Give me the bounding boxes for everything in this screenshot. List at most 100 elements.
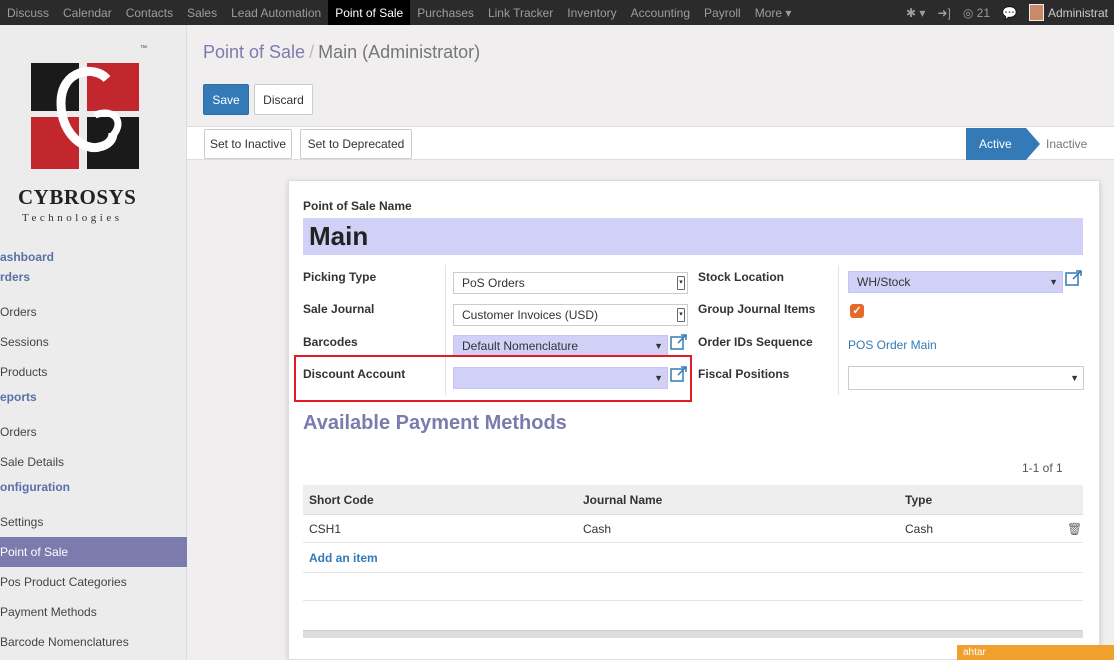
group-journal-checkbox[interactable]: ✓ xyxy=(850,304,864,318)
journal-cell: Cash xyxy=(583,521,612,536)
stock-location-label: Stock Location xyxy=(698,270,785,284)
top-menu-item[interactable]: Payroll xyxy=(697,0,748,25)
table-footer xyxy=(303,630,1083,638)
order-seq-link[interactable]: POS Order Main xyxy=(848,338,937,352)
set-deprecated-button[interactable]: Set to Deprecated xyxy=(300,129,412,159)
top-menu: Discuss Calendar Contacts Sales Lead Automat… xyxy=(0,0,798,25)
sale-journal-value: Customer Invoices (USD) xyxy=(462,308,599,322)
highlight-annotation xyxy=(294,355,692,402)
pos-name-input[interactable]: Main xyxy=(303,218,1083,255)
table-row xyxy=(303,573,1083,601)
chat-icon[interactable]: 💬 xyxy=(996,0,1023,25)
picking-type-select[interactable]: PoS Orders ▾ xyxy=(453,272,688,294)
picking-type-label: Picking Type xyxy=(303,270,377,284)
sidebar-item[interactable]: Payment Methods xyxy=(0,597,187,627)
sidebar-section[interactable]: ashboard xyxy=(0,247,187,267)
dropdown-icon: ▾ xyxy=(677,276,685,290)
sidebar-section[interactable]: eports xyxy=(0,387,187,417)
top-menu-item[interactable]: Inventory xyxy=(560,0,623,25)
notification-count: 21 xyxy=(976,5,991,20)
pos-name-label: Point of Sale Name xyxy=(303,199,412,213)
stock-location-select[interactable]: WH/Stock ▼ xyxy=(848,271,1063,293)
breadcrumb-root[interactable]: Point of Sale xyxy=(203,42,305,62)
sidebar-item[interactable]: Products xyxy=(0,357,187,387)
column-divider xyxy=(838,265,839,395)
chevron-down-icon: ▼ xyxy=(1049,277,1058,287)
trash-icon[interactable]: 🗑 xyxy=(1061,515,1082,542)
chat-widget[interactable]: ahtar xyxy=(957,645,1114,660)
top-menu-item[interactable]: Calendar xyxy=(56,0,119,25)
dropdown-icon: ▾ xyxy=(677,308,685,322)
trademark: ™ xyxy=(140,45,147,52)
user-menu[interactable]: Administrat xyxy=(1023,0,1114,25)
chat-label: ahtar xyxy=(963,647,986,658)
top-navbar: Discuss Calendar Contacts Sales Lead Automat… xyxy=(0,0,1114,25)
save-button[interactable]: Save xyxy=(203,84,249,115)
picking-type-value: PoS Orders xyxy=(462,276,525,290)
external-link-icon[interactable] xyxy=(1065,269,1083,287)
breadcrumb-current: Main (Administrator) xyxy=(318,42,481,62)
user-name: Administrat xyxy=(1047,5,1108,20)
top-menu-item[interactable]: Accounting xyxy=(624,0,697,25)
group-journal-label: Group Journal Items xyxy=(698,302,816,316)
brand-subtitle: Technologies xyxy=(22,212,123,224)
sidebar-section[interactable]: rders xyxy=(0,267,187,297)
brand-name: CYBROSYS xyxy=(18,185,137,209)
top-menu-item[interactable]: Contacts xyxy=(119,0,180,25)
sidebar-menu: ashboard rders Orders Sessions Products eport… xyxy=(0,247,187,657)
table-header: Short Code Journal Name Type xyxy=(303,485,1083,515)
sidebar-item[interactable]: Orders xyxy=(0,417,187,447)
barcodes-select[interactable]: Default Nomenclature ▼ xyxy=(453,335,668,357)
short-code-cell: CSH1 xyxy=(309,521,342,536)
sidebar-item[interactable]: Sessions xyxy=(0,327,187,357)
sidebar: ™ CYBROSYS Technologies ashboard rders Ord… xyxy=(0,25,187,660)
external-link-icon[interactable] xyxy=(670,333,688,351)
chevron-down-icon: ▼ xyxy=(1070,373,1079,383)
company-logo xyxy=(31,63,139,169)
breadcrumb: Point of Sale / Main (Administrator) xyxy=(203,42,480,63)
add-item-row: Add an item xyxy=(303,543,1083,573)
notification-icon: ◎ xyxy=(962,5,974,20)
col-short-code[interactable]: Short Code xyxy=(303,485,374,514)
logout-icon[interactable]: ➜] xyxy=(931,0,956,25)
top-menu-item[interactable]: Lead Automation xyxy=(224,0,328,25)
top-menu-item[interactable]: More ▾ xyxy=(748,0,799,25)
bug-icon[interactable]: ✱ ▾ xyxy=(900,0,931,25)
col-type[interactable]: Type xyxy=(899,485,932,514)
fiscal-positions-label: Fiscal Positions xyxy=(698,367,790,381)
sidebar-item[interactable]: Sale Details xyxy=(0,447,187,477)
fiscal-positions-select[interactable]: ▼ xyxy=(848,366,1084,390)
sidebar-item[interactable]: Pos Product Categories xyxy=(0,567,187,597)
barcodes-value: Default Nomenclature xyxy=(462,339,579,353)
pager[interactable]: 1-1 of 1 xyxy=(1022,461,1063,475)
payment-methods-table: Short Code Journal Name Type CSH1 Cash C… xyxy=(303,485,1083,601)
sidebar-item[interactable]: Barcode Nomenclatures xyxy=(0,627,187,657)
order-seq-label: Order IDs Sequence xyxy=(698,335,813,349)
sidebar-item[interactable]: Settings xyxy=(0,507,187,537)
sidebar-item[interactable]: Orders xyxy=(0,297,187,327)
stock-location-value: WH/Stock xyxy=(857,275,911,289)
discard-button[interactable]: Discard xyxy=(254,84,313,115)
col-journal-name[interactable]: Journal Name xyxy=(577,485,662,514)
stage-active[interactable]: Active xyxy=(966,128,1040,160)
breadcrumb-separator: / xyxy=(309,42,315,62)
table-row[interactable]: CSH1 Cash Cash 🗑 xyxy=(303,515,1083,543)
top-menu-item[interactable]: Sales xyxy=(180,0,224,25)
notifications[interactable]: ◎ 21 xyxy=(957,0,996,25)
top-menu-item[interactable]: Link Tracker xyxy=(481,0,560,25)
avatar xyxy=(1028,4,1044,21)
top-right-systray: ✱ ▾ ➜] ◎ 21 💬 Administrat xyxy=(900,0,1114,25)
top-menu-item[interactable]: Discuss xyxy=(0,0,56,25)
payment-methods-title: Available Payment Methods xyxy=(303,412,567,434)
sidebar-section[interactable]: onfiguration xyxy=(0,477,187,507)
set-inactive-button[interactable]: Set to Inactive xyxy=(204,129,292,159)
sidebar-item[interactable]: Point of Sale xyxy=(0,537,187,567)
stage-inactive[interactable]: Inactive xyxy=(1040,128,1114,160)
sale-journal-select[interactable]: Customer Invoices (USD) ▾ xyxy=(453,304,688,326)
top-menu-item[interactable]: Purchases xyxy=(410,0,481,25)
top-menu-item[interactable]: Point of Sale xyxy=(328,0,411,25)
type-cell: Cash xyxy=(905,521,934,536)
sale-journal-label: Sale Journal xyxy=(303,302,375,316)
add-item-link[interactable]: Add an item xyxy=(309,551,378,565)
chevron-down-icon: ▼ xyxy=(654,341,663,351)
